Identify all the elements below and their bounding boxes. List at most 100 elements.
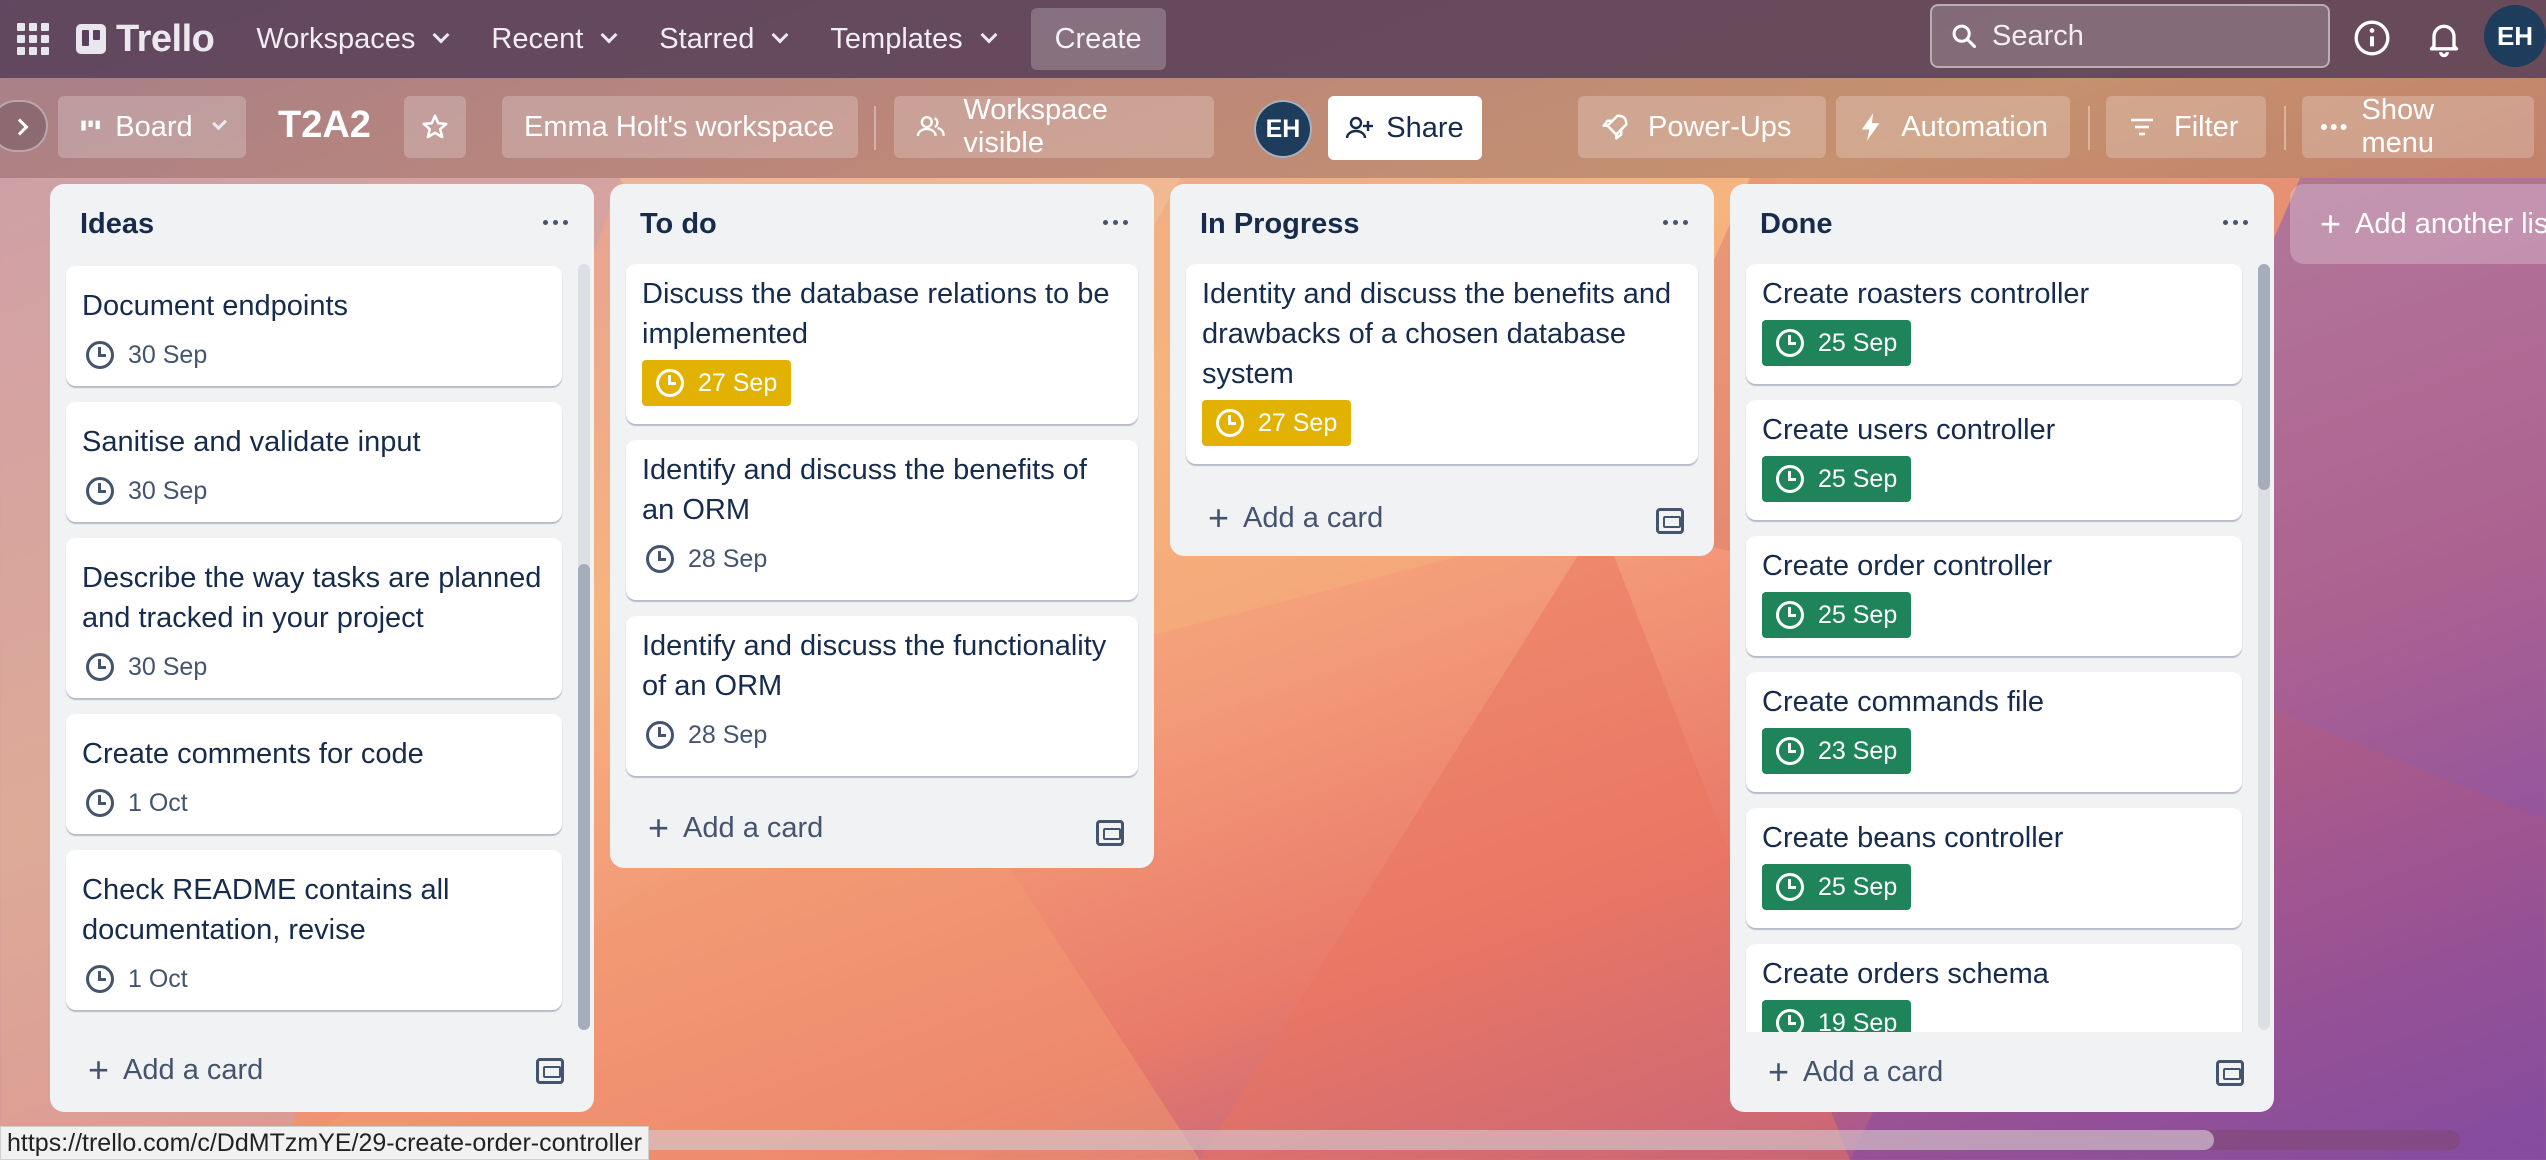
card-template-icon[interactable] [1656, 508, 1684, 534]
card[interactable]: Describe the way tasks are planned and t… [66, 538, 562, 698]
chevron-down-icon [600, 26, 618, 44]
card[interactable]: Create order controller 25 Sep [1746, 536, 2242, 656]
nav-recent[interactable]: Recent [477, 13, 629, 66]
plus-icon: + [88, 1049, 110, 1090]
nav-templates-label: Templates [830, 22, 963, 55]
visibility-button[interactable]: Workspace visible [894, 94, 1214, 159]
card[interactable]: Create users controller 25 Sep [1746, 400, 2242, 520]
filter-button[interactable]: Filter [2106, 96, 2266, 158]
add-list-button[interactable]: + Add another lis [2290, 184, 2546, 264]
due-date-label: 28 Sep [688, 544, 768, 573]
scrollbar-thumb[interactable] [2258, 264, 2270, 490]
board-view-icon [81, 120, 100, 131]
automation-button[interactable]: Automation [1836, 96, 2070, 158]
card-template-icon[interactable] [536, 1058, 564, 1084]
list-scrollbar[interactable] [2258, 264, 2270, 1030]
visibility-label: Workspace visible [963, 94, 1108, 159]
card-title: Create users controller [1762, 414, 2056, 446]
list-scrollbar[interactable] [578, 264, 590, 1030]
board-title[interactable]: T2A2 [278, 104, 371, 147]
scrollbar-thumb[interactable] [578, 564, 590, 1030]
nav-workspaces[interactable]: Workspaces [242, 13, 461, 66]
card[interactable]: Create roasters controller 25 Sep [1746, 264, 2242, 384]
card[interactable]: Discuss the database relations to be imp… [626, 264, 1138, 424]
star-board-button[interactable] [404, 96, 466, 158]
add-card-label: Add a card [683, 811, 824, 844]
card[interactable]: Sanitise and validate input 30 Sep [66, 402, 562, 522]
list-actions-icon[interactable] [2223, 220, 2248, 225]
card-title: Create beans controller [1762, 822, 2064, 854]
clock-icon [86, 965, 114, 993]
list-title[interactable]: In Progress [1200, 208, 1360, 241]
notifications-bell-icon[interactable] [2424, 18, 2464, 58]
nav-templates[interactable]: Templates [816, 13, 1008, 66]
chevron-down-icon [771, 26, 789, 44]
list-header: Done [1730, 184, 2274, 264]
create-button[interactable]: Create [1030, 8, 1166, 70]
logo-text: Trello [116, 17, 215, 60]
due-date-label: 27 Sep [1258, 408, 1338, 437]
card[interactable]: Create commands file 23 Sep [1746, 672, 2242, 792]
clock-icon [1776, 329, 1804, 357]
list-actions-icon[interactable] [1103, 220, 1128, 225]
card-list: Identity and discuss the benefits and dr… [1170, 264, 1714, 464]
clock-icon [1216, 409, 1244, 437]
card[interactable]: Identity and discuss the benefits and dr… [1186, 264, 1698, 464]
share-button[interactable]: Share [1328, 96, 1482, 160]
card[interactable]: Identify and discuss the benefits of an … [626, 440, 1138, 600]
status-bar-url: https://trello.com/c/DdMTzmYE/29-create-… [0, 1126, 649, 1160]
add-card-button[interactable]: + Add a card [610, 792, 1154, 864]
list-title[interactable]: Done [1760, 208, 1833, 241]
user-avatar[interactable]: EH [2484, 5, 2546, 67]
search-input[interactable] [1992, 19, 2312, 53]
card-template-icon[interactable] [1096, 820, 1124, 846]
list-header: Ideas [50, 184, 594, 264]
card[interactable]: Document endpoints 30 Sep [66, 266, 562, 386]
clock-icon [1776, 873, 1804, 901]
power-ups-button[interactable]: Power-Ups [1578, 96, 1826, 158]
list-header: To do [610, 184, 1154, 264]
info-icon[interactable] [2352, 18, 2392, 58]
nav-starred-label: Starred [659, 22, 755, 55]
add-card-button[interactable]: + Add a card [1730, 1032, 2274, 1112]
list-actions-icon[interactable] [1663, 220, 1688, 225]
board-view-switcher[interactable]: Board [58, 96, 246, 158]
trello-logo[interactable]: Trello [76, 17, 215, 61]
list-actions-icon[interactable] [543, 220, 568, 225]
member-avatar[interactable]: EH [1254, 100, 1312, 158]
people-icon [916, 116, 945, 137]
workspace-button[interactable]: Emma Holt's workspace [502, 96, 858, 158]
list-in-progress: In Progress Identity and discuss the ben… [1170, 184, 1714, 556]
card-list: Create roasters controller 25 Sep Create… [1730, 264, 2274, 1032]
card-title: Create comments for code [82, 738, 424, 770]
rocket-icon [1602, 114, 1628, 140]
due-date-label: 25 Sep [1818, 872, 1898, 901]
add-card-button[interactable]: + Add a card [50, 1030, 594, 1110]
card[interactable]: Create orders schema 19 Sep [1746, 944, 2242, 1032]
search-box[interactable] [1930, 4, 2330, 68]
add-member-icon [1346, 116, 1374, 139]
due-date-badge: 19 Sep [1762, 1000, 1912, 1032]
card[interactable]: Check README contains all documentation,… [66, 850, 562, 1010]
nav-starred[interactable]: Starred [645, 13, 800, 66]
more-dots-icon [2320, 124, 2347, 130]
list-title[interactable]: To do [640, 208, 717, 241]
app-header: Trello Workspaces Recent Starred Templat… [0, 0, 2546, 78]
card-title: Sanitise and validate input [82, 426, 421, 458]
clock-icon [1776, 465, 1804, 493]
show-menu-button[interactable]: Show menu [2302, 94, 2534, 159]
add-card-button[interactable]: + Add a card [1170, 480, 1714, 556]
due-date-badge: 1 Oct [82, 956, 188, 1002]
card-template-icon[interactable] [2216, 1060, 2244, 1086]
card[interactable]: Identify and discuss the functionality o… [626, 616, 1138, 776]
app-switcher-icon[interactable] [16, 22, 50, 56]
board-header: Board T2A2 Emma Holt's workspace Workspa… [0, 78, 2546, 178]
card-title: Identify and discuss the functionality o… [642, 630, 1107, 702]
card[interactable]: Create comments for code 1 Oct [66, 714, 562, 834]
clock-icon [86, 789, 114, 817]
list-title[interactable]: Ideas [80, 208, 154, 241]
card[interactable]: Create beans controller 25 Sep [1746, 808, 2242, 928]
plus-icon: + [648, 807, 670, 848]
expand-sidebar-button[interactable] [0, 100, 48, 152]
share-label: Share [1386, 111, 1464, 144]
